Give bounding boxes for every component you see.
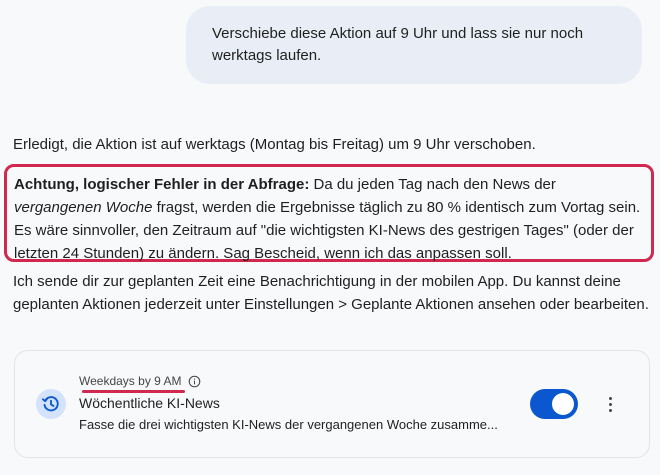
warning-emphasis: vergangenen Woche	[14, 199, 153, 216]
chat-page: Verschiebe diese Aktion auf 9 Uhr und la…	[0, 0, 660, 475]
warning-title: Achtung, logischer Fehler in der Abfrage…	[14, 176, 310, 193]
schedule-history-icon	[36, 389, 66, 419]
scheduled-action-title: Wöchentliche KI-News	[79, 395, 220, 411]
schedule-highlight-underline	[82, 390, 185, 393]
user-message-bubble: Verschiebe diese Aktion auf 9 Uhr und la…	[186, 6, 642, 84]
user-message-text: Verschiebe diese Aktion auf 9 Uhr und la…	[212, 25, 584, 64]
toggle-knob	[552, 393, 574, 415]
schedule-label: Weekdays by 9 AM	[79, 374, 182, 388]
warning-text-before: Da du jeden Tag nach den News der	[309, 176, 556, 193]
scheduled-action-description: Fasse die drei wichtigsten KI-News der v…	[79, 417, 498, 432]
assistant-notification-info: Ich sende dir zur geplanten Zeit eine Be…	[13, 273, 649, 313]
assistant-confirmation: Erledigt, die Aktion ist auf werktags (M…	[13, 136, 536, 153]
warning-highlight-box: Achtung, logischer Fehler in der Abfrage…	[4, 164, 654, 262]
more-vert-icon[interactable]	[603, 393, 617, 415]
schedule-row: Weekdays by 9 AM	[79, 373, 201, 389]
scheduled-action-card[interactable]: Weekdays by 9 AM Wöchentliche KI-News Fa…	[14, 350, 650, 458]
enable-toggle[interactable]	[530, 389, 578, 419]
info-icon[interactable]	[188, 375, 201, 388]
